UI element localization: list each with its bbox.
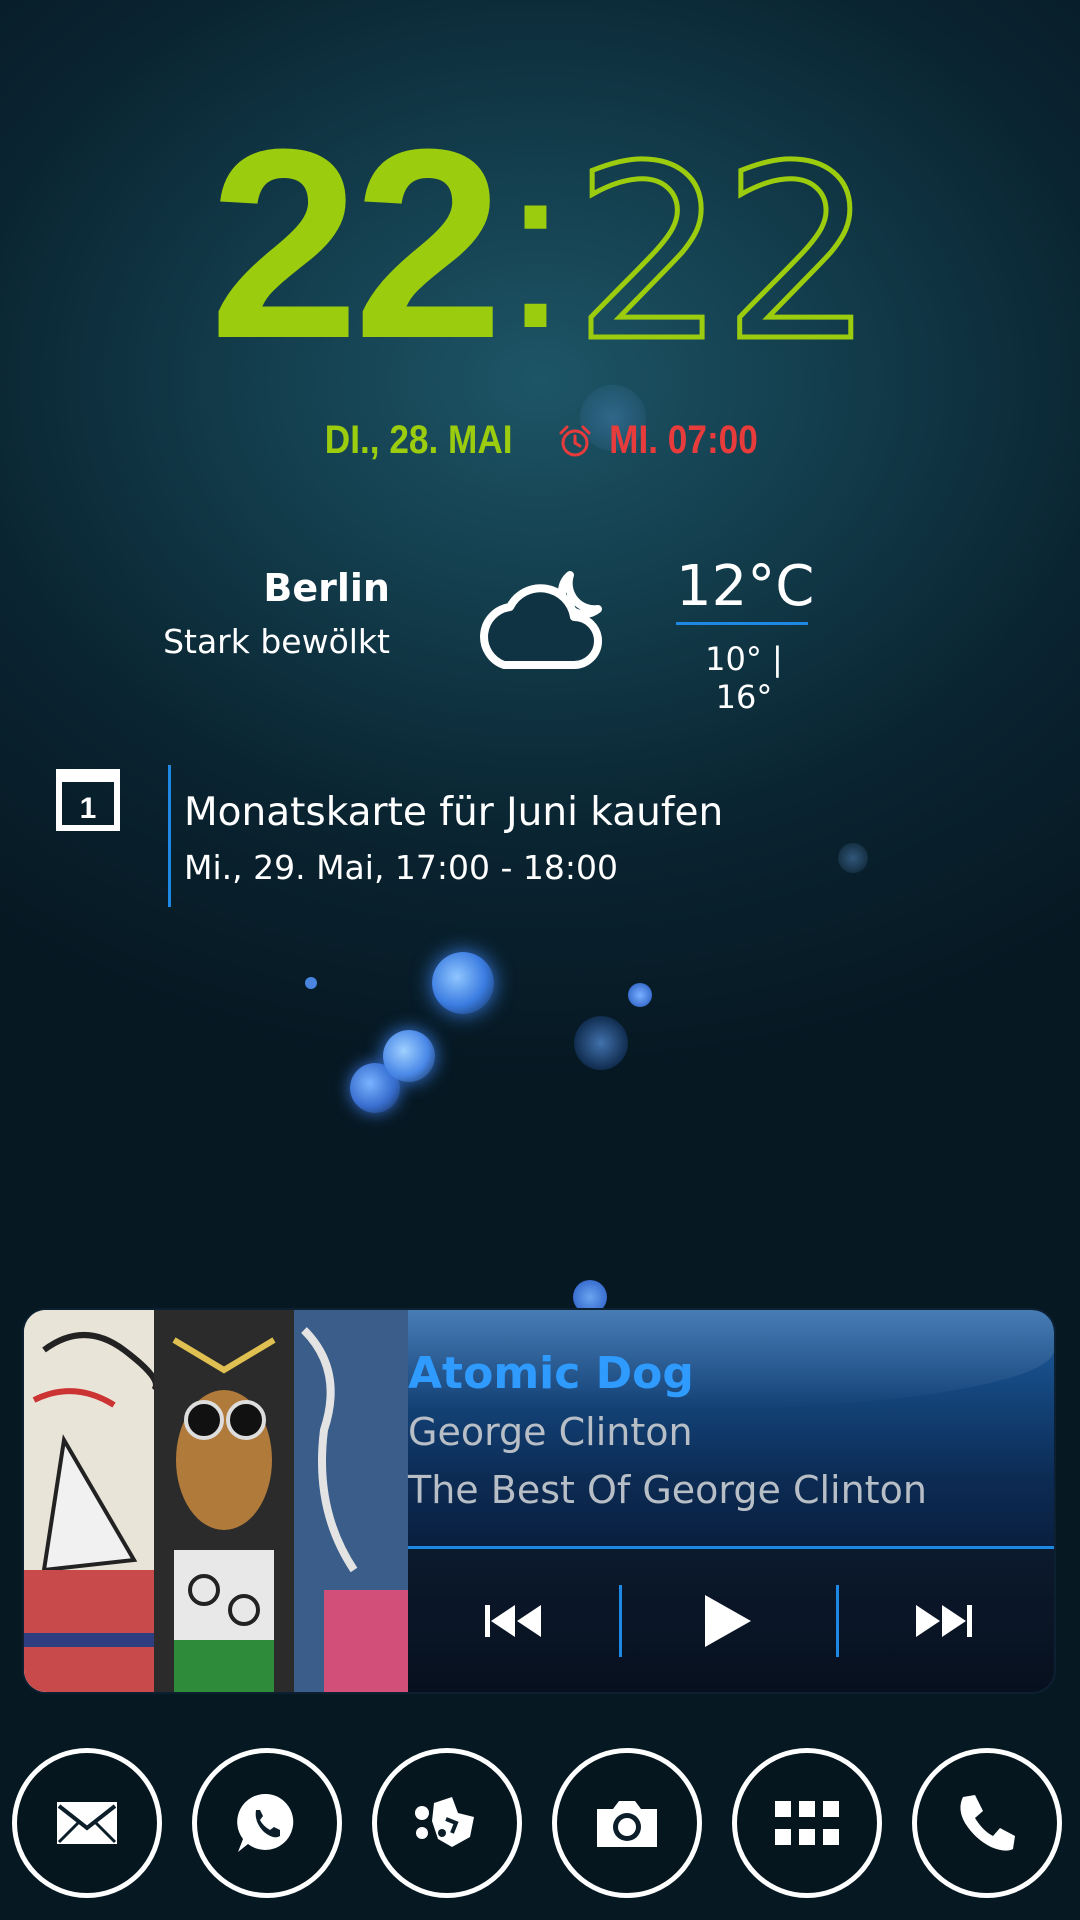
whatsapp-icon — [237, 1793, 294, 1852]
song-album: The Best Of George Clinton — [408, 1468, 927, 1512]
phone-icon — [960, 1795, 1015, 1851]
app-drawer-icon — [775, 1801, 839, 1845]
clock-separator: : — [503, 119, 568, 376]
song-title: Atomic Dog — [408, 1348, 694, 1399]
puzzle-button[interactable] — [372, 1748, 522, 1898]
bokeh-light — [305, 977, 317, 989]
bokeh-light — [838, 843, 868, 873]
song-artist: George Clinton — [408, 1410, 693, 1454]
temperature: 12°C — [676, 554, 815, 619]
alarm-clock-icon — [559, 425, 591, 457]
previous-button[interactable] — [408, 1549, 618, 1692]
date-alarm-line: DI., 28. MAI MI. 07:00 — [0, 418, 1080, 463]
temperature-underline — [676, 622, 808, 625]
event-time: Mi., 29. Mai, 17:00 - 18:00 — [184, 848, 619, 887]
next-alarm[interactable]: MI. 07:00 — [557, 418, 768, 463]
app-dock — [0, 1748, 1080, 1908]
clock-minutes: 22 — [571, 114, 877, 394]
bokeh-light — [628, 983, 652, 1007]
next-icon — [916, 1604, 972, 1637]
next-button[interactable] — [839, 1549, 1049, 1692]
calendar-icon[interactable]: 1 — [55, 768, 121, 836]
camera-button[interactable] — [552, 1748, 702, 1898]
email-button[interactable] — [12, 1748, 162, 1898]
previous-icon — [485, 1604, 541, 1637]
date-text: DI., 28. MAI — [325, 418, 513, 462]
camera-icon — [597, 1801, 657, 1847]
whatsapp-button[interactable] — [192, 1748, 342, 1898]
album-art[interactable] — [24, 1310, 408, 1692]
calendar-divider — [168, 765, 171, 907]
bokeh-light — [432, 952, 494, 1014]
clock-hours: 22 — [209, 94, 503, 395]
bokeh-light — [574, 1016, 628, 1070]
phone-button[interactable] — [912, 1748, 1062, 1898]
weather-city: Berlin — [263, 566, 390, 610]
event-title[interactable]: Monatskarte für Juni kaufen — [184, 790, 723, 835]
playback-controls — [408, 1549, 1054, 1692]
bokeh-light — [350, 1063, 400, 1113]
clock-widget[interactable]: 22:22 — [0, 110, 1080, 380]
cloudy-moon-icon[interactable] — [474, 555, 614, 679]
app-drawer-button[interactable] — [732, 1748, 882, 1898]
calendar-icon-day: 1 — [80, 792, 97, 825]
bokeh-light — [573, 1280, 607, 1314]
weather-condition: Stark bewölkt — [163, 622, 390, 661]
puzzle-icon — [415, 1797, 474, 1847]
play-icon — [705, 1594, 751, 1647]
email-icon — [57, 1802, 117, 1844]
play-button[interactable] — [622, 1549, 832, 1692]
temperature-low-high: 10° | 16° — [705, 640, 783, 716]
alarm-text: MI. 07:00 — [608, 418, 758, 462]
bokeh-light — [383, 1030, 435, 1082]
